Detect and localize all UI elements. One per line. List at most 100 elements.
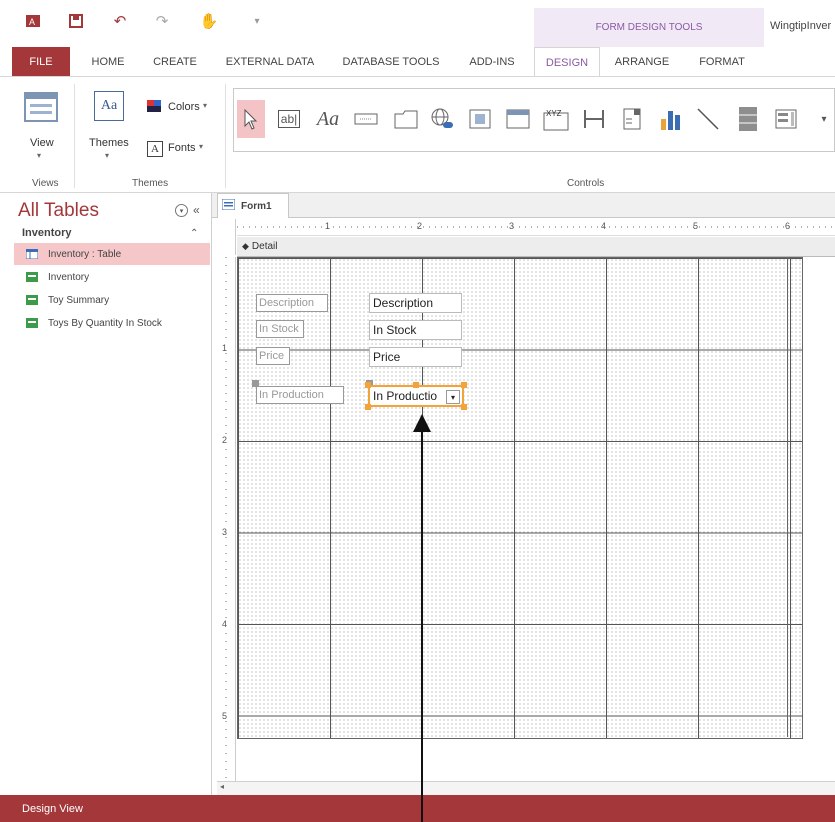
page-break-icon[interactable] [580, 100, 608, 138]
horizontal-scrollbar[interactable]: ◂ [217, 781, 835, 796]
detail-section-bar[interactable]: ◆ Detail [237, 237, 835, 257]
option-group-icon[interactable]: XYZ [542, 100, 570, 138]
resize-handle[interactable] [413, 382, 419, 388]
chart-control-icon[interactable] [656, 100, 684, 138]
view-dropdown-icon[interactable]: ▾ [37, 151, 41, 160]
collapse-group-icon[interactable]: ⌃ [190, 228, 198, 239]
nav-item-inventory-form[interactable]: Inventory [14, 266, 210, 288]
section-arrow-icon: ◆ [242, 241, 249, 251]
controls-group-label: Controls [567, 178, 605, 189]
price-label[interactable]: Price [256, 347, 290, 365]
in-production-label[interactable]: In Production [256, 386, 344, 404]
ruler-tick-label: 3 [509, 221, 515, 231]
form-design-tools-label: FORM DESIGN TOOLS [534, 8, 764, 47]
resize-handle[interactable] [461, 404, 467, 410]
view-button[interactable]: View [30, 137, 54, 149]
detail-section-label: Detail [251, 241, 278, 252]
resize-handle[interactable] [365, 382, 371, 388]
fonts-icon: A [147, 141, 163, 157]
form-icon [26, 318, 38, 328]
list-box-control-icon[interactable] [772, 100, 800, 138]
nav-group-header[interactable]: Inventory [22, 227, 72, 239]
form-icon [26, 295, 38, 305]
colors-button[interactable]: Colors [168, 101, 200, 113]
combobox-value: In Productio [373, 389, 438, 403]
combo-box-control-icon[interactable] [618, 100, 646, 138]
themes-dropdown-icon[interactable]: ▾ [105, 151, 109, 160]
ruler-tick-label: 2 [417, 221, 423, 231]
ruler-corner[interactable] [217, 219, 236, 255]
textbox-control-icon[interactable]: ab| [275, 100, 303, 138]
tab-add-ins[interactable]: ADD-INS [458, 47, 526, 77]
nav-item-toys-by-quantity[interactable]: Toys By Quantity In Stock [14, 312, 210, 334]
redo-icon[interactable]: ↷ [153, 12, 171, 30]
more-controls-icon[interactable]: ▾ [810, 100, 835, 138]
tab-file[interactable]: FILE [12, 47, 70, 77]
description-label[interactable]: Description [256, 294, 328, 312]
fonts-button[interactable]: Fonts [168, 142, 196, 154]
colors-icon [147, 100, 161, 112]
themes-icon: Aa [94, 91, 124, 121]
hyperlink-control-icon[interactable] [428, 100, 456, 138]
themes-button[interactable]: Themes [89, 137, 129, 149]
ruler-tick-label: 5 [222, 711, 228, 721]
label-control-icon[interactable]: Aa [314, 100, 342, 138]
ruler-tick-label: 1 [325, 221, 331, 231]
document-tab-strip [212, 193, 835, 218]
tab-external-data[interactable]: EXTERNAL DATA [216, 47, 324, 77]
nav-item-toy-summary[interactable]: Toy Summary [14, 289, 210, 311]
tab-format[interactable]: FORMAT [686, 47, 758, 77]
ruler-tick-label: 3 [222, 527, 228, 537]
status-text: Design View [22, 802, 83, 815]
ruler-tick-label: 4 [222, 619, 228, 629]
option-group-glyph: XYZ [546, 109, 562, 118]
nav-menu-chevron-icon[interactable]: ▾ [175, 204, 188, 217]
toggle-button-icon[interactable] [734, 100, 762, 138]
resize-handle[interactable] [461, 382, 467, 388]
customize-qat-icon[interactable]: ▾ [248, 12, 266, 30]
shutter-bar-collapse-icon[interactable]: « [193, 203, 200, 217]
callout-arrow-icon [413, 414, 431, 432]
in-stock-textbox[interactable]: In Stock [369, 320, 462, 340]
tab-design[interactable]: DESIGN [534, 47, 600, 78]
button-control-icon[interactable] [352, 100, 380, 138]
tab-database-tools[interactable]: DATABASE TOOLS [334, 47, 448, 77]
form-tab-icon [221, 198, 236, 213]
in-stock-label[interactable]: In Stock [256, 320, 304, 338]
horizontal-ruler: 1 2 3 4 5 6 [237, 219, 835, 236]
line-control-icon[interactable] [694, 100, 722, 138]
resize-handle[interactable] [365, 404, 371, 410]
nav-pane-title[interactable]: All Tables [18, 200, 99, 222]
textbox-control-glyph: ab| [277, 110, 301, 128]
vertical-ruler: 1 2 3 4 5 [217, 257, 236, 781]
undo-icon[interactable]: ↶ [111, 12, 129, 30]
status-bar: Design View [0, 795, 835, 822]
save-icon[interactable] [67, 12, 85, 30]
fonts-dropdown-icon[interactable]: ▾ [199, 142, 203, 151]
in-production-combobox[interactable]: In Productio ▾ [368, 385, 464, 407]
themes-group-label: Themes [132, 178, 169, 189]
description-textbox[interactable]: Description [369, 293, 462, 313]
form-right-edge[interactable] [787, 257, 802, 737]
tab-form1[interactable]: Form1 [217, 193, 289, 218]
select-pointer-icon[interactable] [237, 100, 265, 138]
access-logo-icon: A [24, 12, 42, 30]
svg-text:A: A [29, 17, 35, 27]
form-tab-label: Form1 [241, 200, 272, 212]
tab-create[interactable]: CREATE [146, 47, 204, 77]
design-grid[interactable] [237, 257, 803, 739]
tab-control-icon[interactable] [392, 100, 420, 138]
nav-item-inventory-table[interactable]: Inventory : Table [14, 243, 210, 265]
scroll-left-icon[interactable]: ◂ [220, 782, 224, 791]
form-icon [26, 272, 38, 282]
navigation-control-icon[interactable] [504, 100, 532, 138]
combobox-dropdown-icon[interactable]: ▾ [446, 390, 460, 404]
web-browser-control-icon[interactable] [466, 100, 494, 138]
colors-dropdown-icon[interactable]: ▾ [203, 101, 207, 110]
table-icon [25, 248, 39, 260]
touch-mode-icon[interactable]: ✋ [200, 12, 219, 30]
tab-home[interactable]: HOME [80, 47, 136, 77]
nav-item-label: Inventory : Table [48, 248, 122, 260]
tab-arrange[interactable]: ARRANGE [606, 47, 678, 77]
price-textbox[interactable]: Price [369, 347, 462, 367]
